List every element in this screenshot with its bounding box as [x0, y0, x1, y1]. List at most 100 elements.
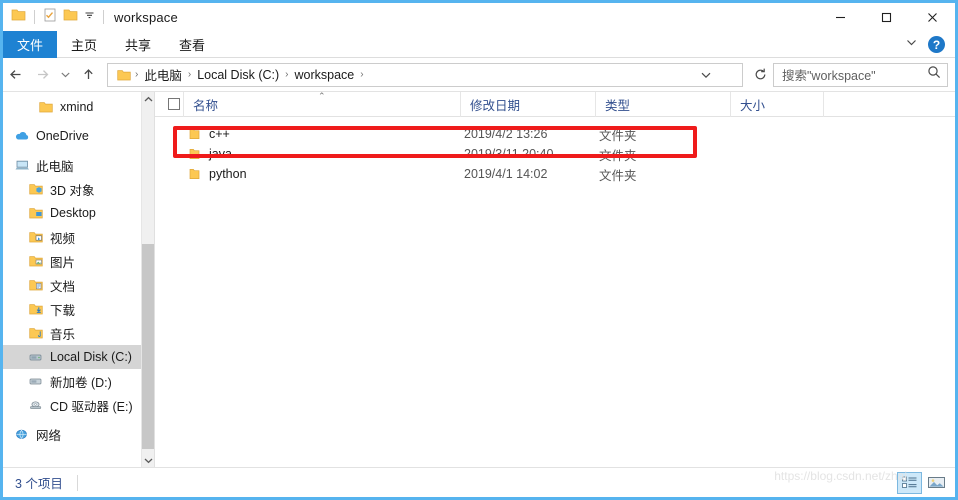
ribbon-tab-bar: 文件 主页 共享 查看 ? [3, 31, 955, 58]
file-type-cell: 文件夹 [599, 128, 637, 143]
back-button[interactable] [3, 62, 29, 88]
sidebar-item-onedrive[interactable]: OneDrive [3, 124, 154, 148]
sidebar-item-desktop[interactable]: Desktop [3, 201, 154, 225]
folder-3d-icon [27, 183, 45, 195]
maximize-button[interactable] [863, 3, 909, 31]
drive-icon [27, 351, 45, 363]
search-icon[interactable] [927, 65, 941, 84]
sidebar-item-cd-drive-e[interactable]: CD 驱动器 (E:) [3, 393, 154, 417]
file-date-cell: 2019/3/11 20:40 [464, 147, 554, 161]
quick-access-toolbar [3, 3, 106, 31]
search-placeholder: 搜索"workspace" [782, 69, 876, 83]
address-path-box[interactable]: › 此电脑 › Local Disk (C:) › workspace › [107, 62, 743, 87]
sidebar-item-documents[interactable]: 文档 [3, 273, 154, 297]
file-name-cell[interactable]: python [155, 167, 460, 181]
qat-separator-1 [34, 10, 35, 24]
folder-documents-icon [27, 279, 45, 291]
sidebar-item-xmind[interactable]: xmind [3, 95, 154, 119]
help-icon[interactable]: ? [928, 36, 945, 53]
breadcrumb-sep-3[interactable]: › [359, 69, 364, 80]
explorer-content: xmind OneDrive 此电脑 3D 对象 Desktop 视频 图片 文… [3, 92, 955, 467]
scroll-down-arrow-icon[interactable] [142, 453, 154, 467]
column-header-type-label: 类型 [605, 98, 631, 113]
recent-locations-button[interactable] [55, 62, 75, 88]
sidebar-item-local-disk-c[interactable]: Local Disk (C:) [3, 345, 154, 369]
view-mode-buttons [897, 468, 949, 497]
file-name-cell[interactable]: java [155, 147, 460, 161]
column-header-size[interactable]: 大小 [730, 92, 823, 117]
file-date-cell: 2019/4/2 13:26 [464, 127, 548, 141]
sidebar-item-3d-objects[interactable]: 3D 对象 [3, 177, 154, 201]
tab-view[interactable]: 查看 [165, 31, 219, 58]
table-row[interactable]: c++ 2019/4/2 13:26 文件夹 [155, 124, 955, 144]
folder-music-icon [27, 327, 45, 339]
sidebar-item-new-volume-d[interactable]: 新加卷 (D:) [3, 369, 154, 393]
file-rows: c++ 2019/4/2 13:26 文件夹 java 2019/3/11 20… [155, 124, 955, 184]
tab-share-label: 共享 [125, 38, 152, 53]
file-date-cell: 2019/4/1 14:02 [464, 167, 548, 181]
sidebar-item-pictures[interactable]: 图片 [3, 249, 154, 273]
tab-file-label: 文件 [17, 38, 44, 53]
file-name-cell[interactable]: c++ [155, 127, 460, 141]
sidebar-item-network[interactable]: 网络 [3, 422, 154, 446]
search-input[interactable]: 搜索"workspace" [773, 62, 948, 87]
forward-button[interactable] [29, 62, 55, 88]
sidebar-item-downloads[interactable]: 下载 [3, 297, 154, 321]
folder-downloads-icon [27, 303, 45, 315]
network-icon [13, 428, 31, 441]
help-icon-label: ? [932, 37, 941, 52]
navigation-scrollbar-thumb[interactable] [142, 244, 154, 449]
tab-share[interactable]: 共享 [111, 31, 165, 58]
folder-icon [188, 168, 201, 180]
large-icons-view-button[interactable] [924, 472, 949, 494]
sidebar-item-label: 图片 [50, 255, 76, 270]
ribbon-right-controls: ? [905, 31, 951, 58]
address-dropdown-icon[interactable] [694, 64, 718, 86]
navigation-scrollbar[interactable] [141, 92, 154, 467]
file-name-label: java [209, 147, 232, 161]
table-row[interactable]: python 2019/4/1 14:02 文件夹 [155, 164, 955, 184]
sidebar-item-music[interactable]: 音乐 [3, 321, 154, 345]
details-view-button[interactable] [897, 471, 922, 494]
customize-chevron-icon[interactable] [84, 8, 95, 26]
close-button[interactable] [909, 3, 955, 31]
navigation-list: xmind OneDrive 此电脑 3D 对象 Desktop 视频 图片 文… [3, 92, 154, 446]
new-folder-icon[interactable] [63, 8, 78, 26]
computer-icon [13, 159, 31, 172]
minimize-button[interactable] [817, 3, 863, 31]
scroll-up-arrow-icon[interactable] [142, 92, 154, 106]
chevron-down-icon[interactable] [905, 36, 918, 54]
column-header-type[interactable]: 类型 [595, 92, 730, 117]
properties-icon[interactable] [43, 8, 57, 27]
sidebar-item-this-pc[interactable]: 此电脑 [3, 153, 154, 177]
tab-home[interactable]: 主页 [57, 31, 111, 58]
checkbox-icon[interactable] [167, 98, 180, 110]
tab-file[interactable]: 文件 [3, 31, 58, 58]
sidebar-item-label: 新加卷 (D:) [50, 375, 112, 390]
sidebar-item-label: Desktop [50, 206, 96, 220]
sidebar-item-label: 网络 [36, 428, 62, 443]
sort-ascending-icon: ⌃ [318, 92, 326, 101]
folder-icon[interactable] [11, 8, 26, 26]
up-button[interactable] [75, 62, 101, 88]
status-bar: 3 个项目 [3, 467, 955, 497]
file-list-pane: 名称 修改日期 类型 大小 ⌃ c++ 2019/4/2 13:26 文件夹 j… [155, 92, 955, 467]
breadcrumb-item-workspace[interactable]: workspace [290, 68, 360, 82]
folder-icon [37, 101, 55, 113]
sidebar-item-videos[interactable]: 视频 [3, 225, 154, 249]
sidebar-item-label: CD 驱动器 (E:) [50, 399, 133, 414]
select-all-checkbox[interactable] [155, 92, 183, 117]
folder-pictures-icon [27, 255, 45, 267]
file-name-label: python [209, 167, 247, 181]
status-separator [76, 474, 78, 491]
breadcrumb-item-localdisk[interactable]: Local Disk (C:) [192, 68, 284, 82]
item-count-label: 3 个项目 [15, 477, 63, 491]
table-row[interactable]: java 2019/3/11 20:40 文件夹 [155, 144, 955, 164]
column-header-filler [823, 92, 955, 117]
breadcrumb: › 此电脑 › Local Disk (C:) › workspace › [108, 65, 365, 84]
refresh-button[interactable] [747, 62, 773, 88]
folder-icon [188, 128, 201, 140]
breadcrumb-item-pc[interactable]: 此电脑 [139, 65, 187, 84]
column-header-date[interactable]: 修改日期 [460, 92, 595, 117]
sidebar-item-label: 此电脑 [36, 159, 74, 174]
